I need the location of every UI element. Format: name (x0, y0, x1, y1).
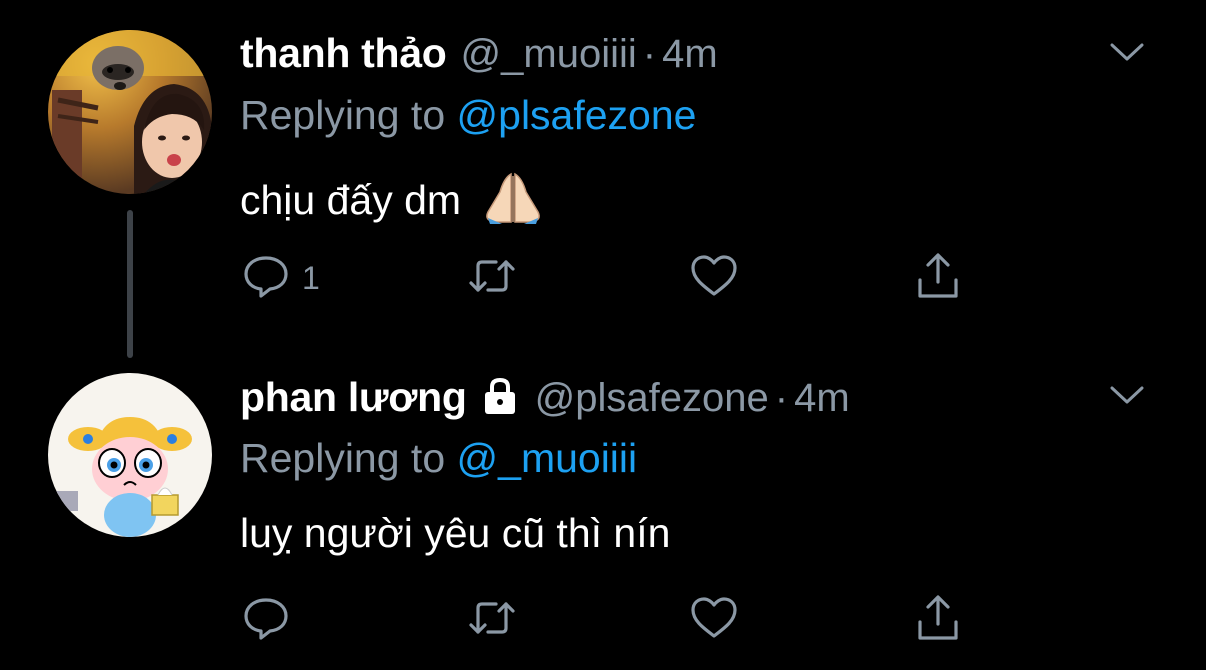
separator-dot: · (642, 32, 657, 76)
like-button[interactable] (688, 250, 740, 306)
tweet[interactable]: thanh thảo @_muoiiii · 4m Replying to @p… (0, 0, 1206, 360)
reply-icon (240, 250, 292, 307)
chevron-down-icon[interactable] (1110, 42, 1144, 62)
reply-count: 1 (302, 259, 320, 296)
tweet-actions: 1 (240, 250, 980, 306)
tweet-body: chịu đấy dm (240, 177, 462, 223)
share-button[interactable] (912, 592, 964, 648)
tweet-timestamp[interactable]: 4m (662, 32, 718, 77)
user-handle[interactable]: @plsafezone (535, 376, 769, 421)
replying-to: Replying to @_muoiiii (240, 435, 637, 485)
avatar[interactable] (48, 373, 212, 537)
replying-to-label: Replying to (240, 92, 457, 138)
separator-dot: · (774, 376, 789, 420)
like-icon (688, 250, 740, 307)
share-icon (912, 592, 964, 649)
share-icon (912, 250, 964, 307)
display-name[interactable]: thanh thảo (240, 30, 447, 77)
replying-to: Replying to @plsafezone (240, 92, 696, 142)
replying-to-label: Replying to (240, 435, 457, 481)
replying-to-link[interactable]: @plsafezone (457, 92, 697, 138)
tweet[interactable]: phan lương @plsafezone · 4m Replying to … (0, 360, 1206, 670)
user-handle[interactable]: @_muoiiii (461, 32, 637, 77)
tweet-text: chịu đấy dm (240, 168, 544, 224)
lock-icon (479, 377, 521, 415)
folded-hands-emoji (482, 168, 544, 224)
reply-button[interactable] (240, 592, 302, 648)
display-name[interactable]: phan lương (240, 374, 467, 421)
retweet-icon (466, 592, 518, 649)
tweet-timestamp[interactable]: 4m (794, 376, 850, 421)
retweet-icon (466, 250, 518, 307)
tweet-body: luỵ người yêu cũ thì nín (240, 510, 671, 556)
reply-icon (240, 592, 292, 649)
tweet-actions (240, 592, 980, 648)
tweet-text: luỵ người yêu cũ thì nín (240, 510, 670, 564)
reply-button[interactable]: 1 (240, 250, 320, 306)
replying-to-link[interactable]: @_muoiiii (457, 435, 638, 481)
share-button[interactable] (912, 250, 964, 306)
avatar[interactable] (48, 30, 212, 194)
like-button[interactable] (688, 592, 740, 648)
retweet-button[interactable] (466, 250, 518, 306)
tweet-header: phan lương @plsafezone · 4m (240, 373, 1116, 423)
thread-connector-line (127, 210, 133, 358)
tweet-header: thanh thảo @_muoiiii · 4m (240, 30, 1116, 80)
like-icon (688, 592, 740, 649)
retweet-button[interactable] (466, 592, 518, 648)
chevron-down-icon[interactable] (1110, 385, 1144, 405)
